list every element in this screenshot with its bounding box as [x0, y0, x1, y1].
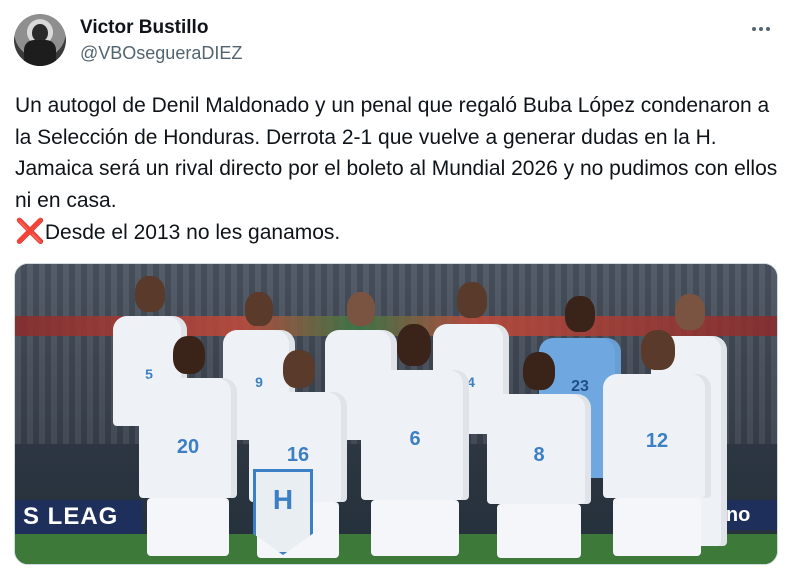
author-name[interactable]: Victor Bustillo	[80, 17, 208, 39]
tweet-photo[interactable]: S LEAG nno 5 9 4 23 20 16 6 8 12 H	[14, 263, 778, 565]
tweet-line-2: ❌Desde el 2013 no les ganamos.	[15, 216, 780, 249]
avatar-body	[24, 40, 56, 66]
jersey-number: 16	[286, 444, 310, 466]
tweet-text: Un autogol de Denil Maldonado y un penal…	[15, 90, 780, 249]
player-front-3: 6	[355, 324, 475, 564]
jersey-number: 12	[645, 430, 669, 452]
player-front-4: 8	[481, 352, 597, 564]
avatar[interactable]	[14, 14, 66, 66]
jersey-number: 6	[409, 428, 421, 450]
player-front-1: 20	[133, 336, 243, 564]
player-front-5: 12	[597, 330, 717, 564]
dot	[766, 27, 770, 31]
tweet-line-2-text: Desde el 2013 no les ganamos.	[44, 221, 341, 244]
tweet-body: Un autogol de Denil Maldonado y un penal…	[15, 94, 778, 212]
jersey-number: 8	[533, 444, 545, 466]
more-options-icon[interactable]	[744, 18, 778, 40]
jersey-number: 20	[176, 436, 200, 458]
author-handle[interactable]: @VBOsegueraDIEZ	[80, 43, 242, 64]
dot	[759, 27, 763, 31]
pennant-letter: H	[272, 484, 294, 515]
dot	[752, 27, 756, 31]
cross-mark-icon: ❌	[15, 218, 45, 245]
